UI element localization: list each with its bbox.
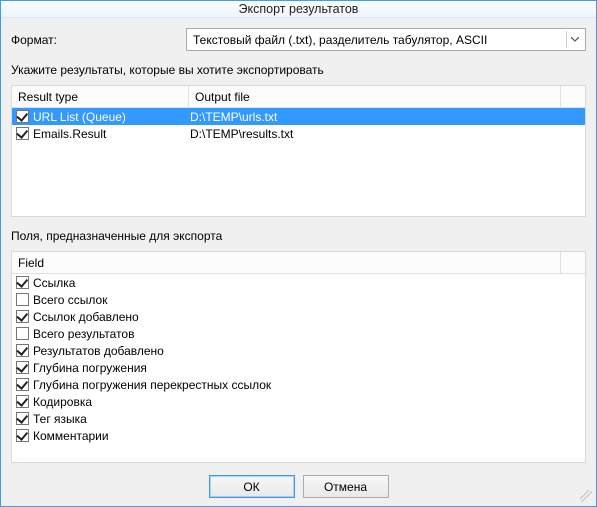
results-body: URL List (Queue)D:\TEMP\urls.txtEmails.R… xyxy=(12,108,585,216)
result-type-cell: URL List (Queue) xyxy=(12,108,186,125)
result-file-cell: D:\TEMP\urls.txt xyxy=(186,108,585,125)
row-checkbox[interactable] xyxy=(16,127,29,140)
field-checkbox[interactable] xyxy=(16,361,29,374)
list-item[interactable]: Результатов добавлено xyxy=(12,342,585,359)
table-row[interactable]: URL List (Queue) D:\TEMP\urls.txt xyxy=(12,108,585,125)
field-checkbox[interactable] xyxy=(16,310,29,323)
results-header-file[interactable]: Output file xyxy=(189,86,561,108)
button-bar: ОК Отмена xyxy=(11,471,586,498)
result-type-label: Emails.Result xyxy=(33,127,106,141)
table-row[interactable]: Emails.Result D:\TEMP\results.txt xyxy=(12,125,585,142)
field-checkbox[interactable] xyxy=(16,344,29,357)
dialog-body: Формат: Текстовый файл (.txt), разделите… xyxy=(1,18,596,506)
format-selected-value: Текстовый файл (.txt), разделитель табул… xyxy=(193,33,487,47)
titlebar: Экспорт результатов xyxy=(1,1,596,18)
fields-header-filler xyxy=(561,252,585,274)
field-checkbox[interactable] xyxy=(16,429,29,442)
field-label: Глубина погружения xyxy=(33,361,147,375)
field-checkbox[interactable] xyxy=(16,412,29,425)
row-checkbox[interactable] xyxy=(16,110,29,123)
field-label: Ссылка xyxy=(33,276,75,290)
results-section-label: Укажите результаты, которые вы хотите эк… xyxy=(11,63,586,77)
result-type-cell: Emails.Result xyxy=(12,125,186,142)
field-checkbox[interactable] xyxy=(16,276,29,289)
field-label: Всего результатов xyxy=(33,327,134,341)
results-table: Result type Output file URL List (Queue)… xyxy=(11,85,586,217)
result-file-label: D:\TEMP\urls.txt xyxy=(190,110,277,124)
list-item[interactable]: Кодировка xyxy=(12,393,585,410)
field-checkbox[interactable] xyxy=(16,378,29,391)
field-label: Комментарии xyxy=(33,429,109,443)
field-label: Глубина погружения перекрестных ссылок xyxy=(33,378,271,392)
fields-body: Ссылка Всего ссылок Ссылок добавлено Всего … xyxy=(12,274,585,462)
dialog-window: Экспорт результатов Формат: Текстовый фа… xyxy=(0,0,597,507)
list-item[interactable]: Всего ссылок xyxy=(12,291,585,308)
window-title: Экспорт результатов xyxy=(239,2,359,16)
list-item[interactable]: Тег языка xyxy=(12,410,585,427)
list-item[interactable]: Глубина погружения перекрестных ссылок xyxy=(12,376,585,393)
result-file-label: D:\TEMP\results.txt xyxy=(190,127,293,141)
result-file-cell: D:\TEMP\results.txt xyxy=(186,125,585,142)
field-label: Всего ссылок xyxy=(33,293,107,307)
field-checkbox[interactable] xyxy=(16,395,29,408)
field-checkbox[interactable] xyxy=(16,327,29,340)
result-type-label: URL List (Queue) xyxy=(33,110,126,124)
field-label: Ссылок добавлено xyxy=(33,310,139,324)
field-label: Результатов добавлено xyxy=(33,344,164,358)
list-item[interactable]: Комментарии xyxy=(12,427,585,444)
field-label: Тег языка xyxy=(33,412,87,426)
results-header-type[interactable]: Result type xyxy=(12,86,189,108)
results-header-filler xyxy=(561,86,585,108)
format-select[interactable]: Текстовый файл (.txt), разделитель табул… xyxy=(186,28,586,51)
fields-header[interactable]: Field xyxy=(12,252,561,274)
ok-button[interactable]: ОК xyxy=(209,475,295,498)
chevron-down-icon xyxy=(566,31,583,48)
format-row: Формат: Текстовый файл (.txt), разделите… xyxy=(11,28,586,51)
list-item[interactable]: Всего результатов xyxy=(12,325,585,342)
results-header-row: Result type Output file xyxy=(12,86,585,108)
field-label: Кодировка xyxy=(33,395,92,409)
field-checkbox[interactable] xyxy=(16,293,29,306)
list-item[interactable]: Глубина погружения xyxy=(12,359,585,376)
list-item[interactable]: Ссылок добавлено xyxy=(12,308,585,325)
cancel-button[interactable]: Отмена xyxy=(303,475,389,498)
fields-section-label: Поля, предназначенные для экспорта xyxy=(11,229,586,243)
fields-header-row: Field xyxy=(12,252,585,274)
list-item[interactable]: Ссылка xyxy=(12,274,585,291)
resize-grip-icon[interactable] xyxy=(580,490,592,502)
fields-table: Field Ссылка Всего ссылок Ссылок добавлено… xyxy=(11,251,586,463)
format-label: Формат: xyxy=(11,33,176,47)
